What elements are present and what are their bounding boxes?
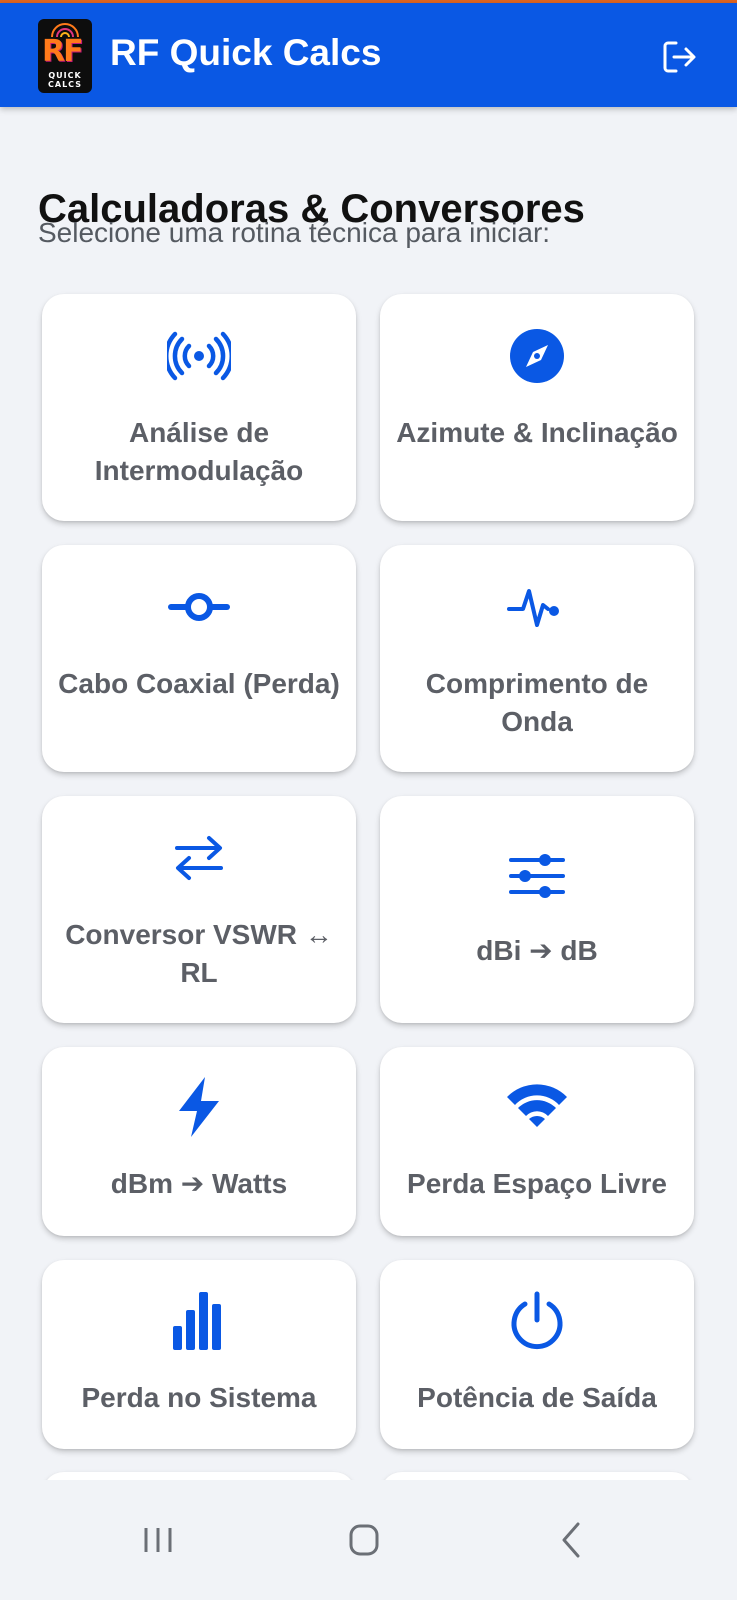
card-coax-cable[interactable]: Cabo Coaxial (Perda) (42, 545, 356, 772)
card-dbi-db[interactable]: dBi ➔ dB (380, 796, 694, 1023)
card-label: Perda Espaço Livre (407, 1168, 667, 1199)
back-icon (562, 1522, 580, 1558)
antenna-signal-icon (167, 324, 231, 388)
recent-apps-icon (144, 1528, 172, 1552)
card-intermodulation[interactable]: Análise de Intermodulação (42, 294, 356, 521)
card-label: Conversor VSWR ↔ RL (65, 919, 333, 988)
pulse-wave-icon (505, 575, 569, 639)
back-button[interactable] (542, 1510, 602, 1570)
logo-subtext: QUICK CALCS (48, 71, 82, 89)
card-label: Potência de Saída (417, 1382, 657, 1413)
card-label: Comprimento de Onda (425, 668, 649, 737)
recent-apps-button[interactable] (128, 1510, 188, 1570)
card-label: Cabo Coaxial (Perda) (58, 668, 340, 699)
card-label: Análise de Intermodulação (94, 417, 304, 486)
card-label: dBm ➔ Watts (110, 1168, 288, 1199)
power-icon (505, 1290, 569, 1354)
home-icon (349, 1524, 379, 1556)
logout-button[interactable] (660, 37, 700, 77)
card-free-space-loss[interactable]: Perda Espaço Livre (380, 1047, 694, 1236)
page-subtitle: Selecione uma rotina técnica para inicia… (38, 217, 551, 248)
logo-text: RF (42, 34, 84, 69)
card-label: Azimute & Inclinação (396, 417, 678, 448)
system-navigation-bar (0, 1480, 737, 1600)
bar-chart-icon (167, 1290, 231, 1354)
card-dbm-watts[interactable]: dBm ➔ Watts (42, 1047, 356, 1236)
card-label: dBi ➔ dB (476, 935, 598, 966)
wifi-icon (505, 1075, 569, 1139)
logout-icon (663, 41, 696, 73)
app-logo: RF QUICK CALCS (38, 19, 92, 93)
swap-arrows-icon (167, 826, 231, 890)
home-button[interactable] (334, 1510, 394, 1570)
lightning-bolt-icon (167, 1075, 231, 1139)
app-title: RF Quick Calcs (110, 32, 382, 73)
card-vswr-converter[interactable]: Conversor VSWR ↔ RL (42, 796, 356, 1023)
commit-node-icon (167, 575, 231, 639)
app-bar: RF QUICK CALCS RF Quick Calcs (0, 3, 737, 107)
card-label: Perda no Sistema (81, 1382, 317, 1413)
card-azimuth[interactable]: Azimute & Inclinação (380, 294, 694, 521)
compass-icon (505, 324, 569, 388)
card-system-loss[interactable]: Perda no Sistema (42, 1260, 356, 1449)
card-wavelength[interactable]: Comprimento de Onda (380, 545, 694, 772)
card-output-power[interactable]: Potência de Saída (380, 1260, 694, 1449)
sliders-icon (505, 844, 569, 908)
